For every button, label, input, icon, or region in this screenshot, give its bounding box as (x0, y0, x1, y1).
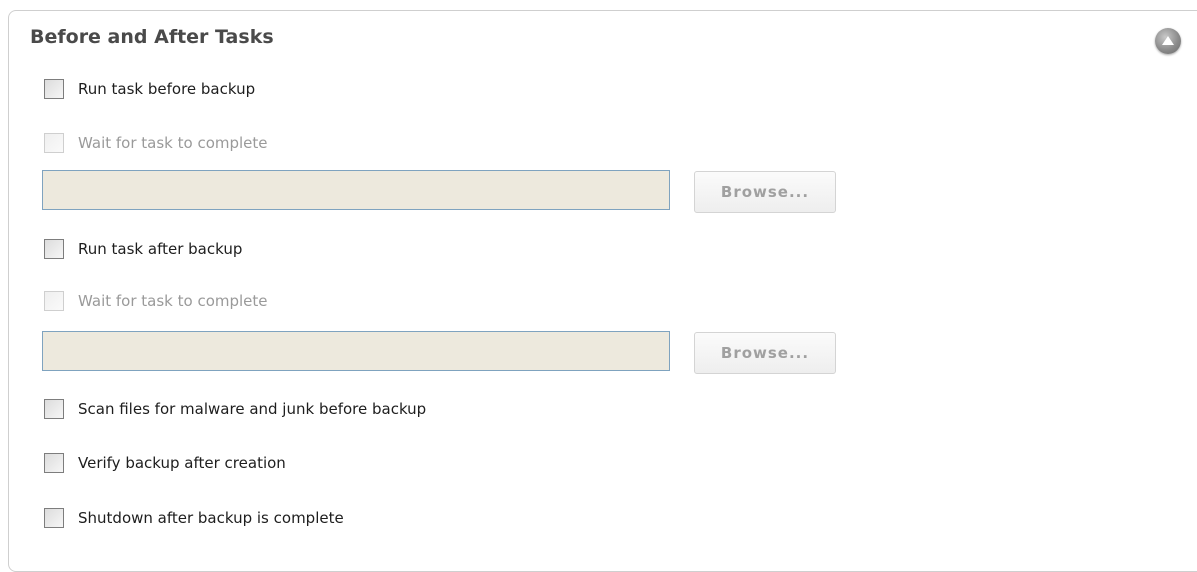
run-before-checkbox[interactable] (44, 79, 64, 99)
scan-files-checkbox[interactable] (44, 399, 64, 419)
verify-backup-label: Verify backup after creation (78, 454, 286, 472)
shutdown-option[interactable]: Shutdown after backup is complete (44, 507, 344, 529)
section-title: Before and After Tasks (30, 26, 274, 48)
before-browse-button[interactable]: Browse... (694, 171, 836, 213)
after-browse-button[interactable]: Browse... (694, 332, 836, 374)
verify-backup-option[interactable]: Verify backup after creation (44, 452, 286, 474)
wait-after-option: Wait for task to complete (44, 290, 268, 312)
shutdown-checkbox[interactable] (44, 508, 64, 528)
wait-after-label: Wait for task to complete (78, 292, 268, 310)
collapse-button[interactable] (1155, 28, 1181, 54)
scan-files-label: Scan files for malware and junk before b… (78, 400, 427, 418)
chevron-up-icon (1162, 36, 1174, 45)
wait-before-checkbox (44, 133, 64, 153)
shutdown-label: Shutdown after backup is complete (78, 509, 344, 527)
run-after-label: Run task after backup (78, 240, 243, 258)
after-task-path-input[interactable] (42, 331, 670, 371)
run-after-option[interactable]: Run task after backup (44, 238, 242, 260)
wait-before-option: Wait for task to complete (44, 132, 268, 154)
run-before-option[interactable]: Run task before backup (44, 78, 255, 100)
run-before-label: Run task before backup (78, 80, 256, 98)
run-after-checkbox[interactable] (44, 239, 64, 259)
scan-files-option[interactable]: Scan files for malware and junk before b… (44, 398, 426, 420)
wait-after-checkbox (44, 291, 64, 311)
wait-before-label: Wait for task to complete (78, 134, 268, 152)
before-task-path-input[interactable] (42, 170, 670, 210)
verify-backup-checkbox[interactable] (44, 453, 64, 473)
